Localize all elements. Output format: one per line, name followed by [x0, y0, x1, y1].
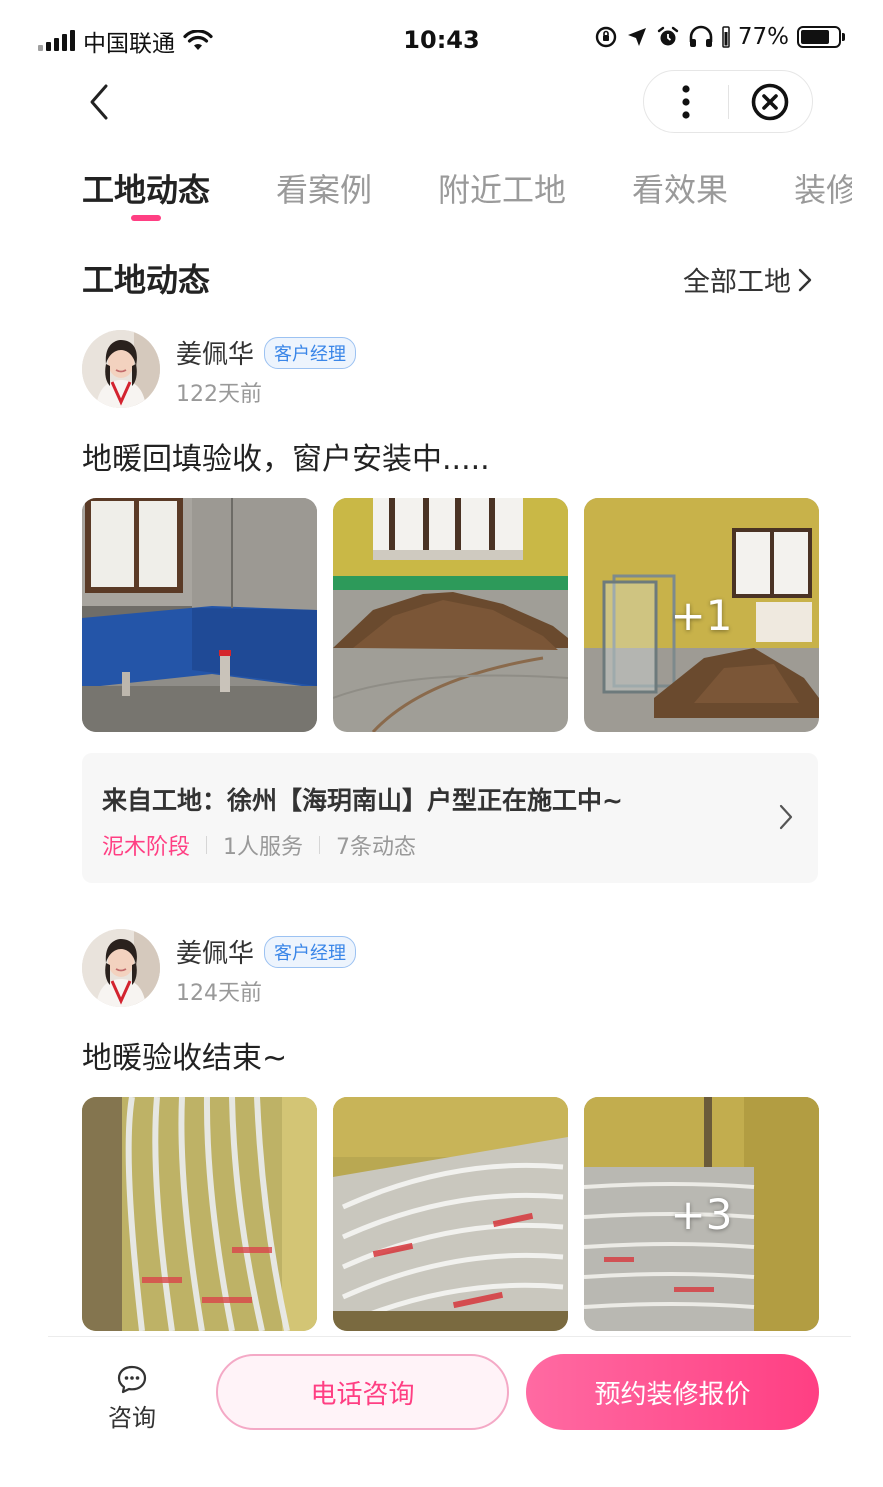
chevron-right-icon	[798, 268, 812, 291]
more-dots-icon	[682, 84, 690, 119]
role-badge: 客户经理	[264, 336, 357, 369]
close-button[interactable]	[729, 71, 813, 132]
status-bar: 中国联通 10:43 77%	[0, 0, 883, 80]
alarm-icon	[657, 26, 679, 46]
orientation-lock-icon	[595, 26, 617, 48]
author-row: 姜佩华 客户经理	[176, 933, 357, 970]
bottom-action-bar: 咨询 电话咨询 预约装修报价	[0, 1336, 883, 1487]
photo-grid: +3	[82, 1097, 819, 1331]
battery-level-icon	[722, 26, 730, 48]
headphones-icon	[689, 25, 713, 47]
consult-label: 咨询	[108, 1404, 156, 1432]
status-right: 77%	[594, 24, 845, 50]
tab-cases[interactable]: 看案例	[276, 165, 372, 230]
post-photo[interactable]	[82, 1097, 317, 1331]
post-content: 地暖回填验收，窗户安装中.....	[82, 442, 490, 477]
author-row: 姜佩华 客户经理	[176, 334, 357, 371]
author-name: 姜佩华	[176, 340, 255, 370]
site-stage: 泥木阶段	[102, 835, 191, 860]
site-update-count: 7条动态	[336, 835, 417, 860]
avatar[interactable]	[82, 929, 160, 1007]
phone-consult-button[interactable]: 电话咨询	[216, 1354, 509, 1430]
tab-effects[interactable]: 看效果	[632, 165, 728, 230]
post-photo[interactable]: +3	[584, 1097, 819, 1331]
post-time: 122天前	[176, 382, 262, 407]
category-tabs: 工地动态 看案例 附近工地 看效果 装修	[82, 165, 852, 230]
role-badge: 客户经理	[264, 935, 357, 968]
post-photo[interactable]	[82, 498, 317, 732]
all-sites-label: 全部工地	[683, 267, 791, 298]
post-content: 地暖验收结束~	[82, 1041, 288, 1076]
meta-divider	[319, 836, 321, 854]
more-button[interactable]	[644, 71, 728, 132]
book-quote-button[interactable]: 预约装修报价	[526, 1354, 819, 1430]
location-icon	[627, 28, 646, 46]
post-photo[interactable]	[333, 1097, 568, 1331]
avatar[interactable]	[82, 330, 160, 408]
battery-icon	[797, 26, 845, 48]
chat-bubble-icon	[117, 1365, 147, 1394]
author-name: 姜佩华	[176, 939, 255, 969]
close-circle-icon	[751, 83, 789, 120]
mini-program-capsule	[643, 70, 813, 133]
bottom-bar-divider	[48, 1336, 851, 1337]
tab-nearby-sites[interactable]: 附近工地	[438, 165, 566, 230]
site-service-count: 1人服务	[223, 835, 304, 860]
all-sites-link[interactable]: 全部工地	[683, 260, 813, 299]
chevron-right-icon	[779, 804, 793, 830]
post-photo[interactable]	[333, 498, 568, 732]
chevron-left-icon	[90, 84, 108, 120]
post-time: 124天前	[176, 981, 262, 1006]
meta-divider	[206, 836, 208, 854]
tab-decoration[interactable]: 装修	[794, 165, 852, 230]
photo-grid: +1	[82, 498, 819, 732]
more-photos-count: +1	[670, 590, 733, 640]
post-photo[interactable]: +1	[584, 498, 819, 732]
site-card[interactable]: 来自工地：徐州【海玥南山】户型正在施工中~ 泥木阶段 1人服务 7条动态	[82, 753, 818, 883]
consult-button[interactable]: 咨询	[100, 1364, 164, 1433]
more-photos-count: +3	[670, 1189, 733, 1239]
site-meta: 泥木阶段 1人服务 7条动态	[102, 829, 416, 861]
site-title: 来自工地：徐州【海玥南山】户型正在施工中~	[102, 786, 623, 815]
section-title: 工地动态	[82, 261, 211, 299]
back-button[interactable]	[82, 82, 118, 122]
battery-percent: 77%	[737, 24, 789, 50]
tab-site-updates[interactable]: 工地动态	[82, 165, 210, 230]
